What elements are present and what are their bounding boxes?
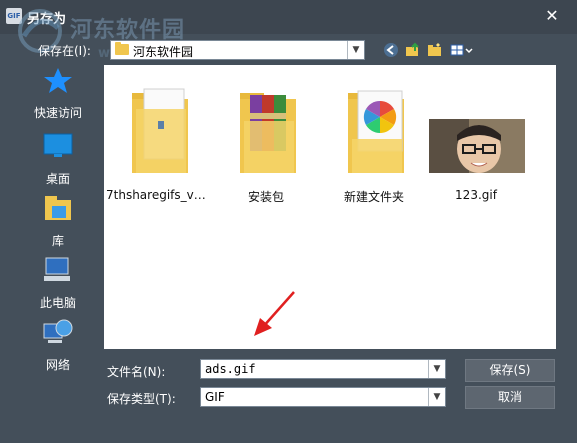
gif-app-icon: GIF (6, 8, 22, 24)
file-item-image[interactable]: 123.gif (424, 77, 528, 202)
place-quick-access[interactable]: 快速访问 (14, 66, 102, 122)
place-desktop[interactable]: 桌面 (14, 132, 102, 188)
file-item-folder[interactable]: 7thsharegifs_v1... (106, 77, 210, 202)
save-in-dropdown[interactable]: 河东软件园 ▼ (110, 40, 365, 60)
place-label: 桌面 (45, 172, 70, 186)
computer-icon (44, 257, 70, 281)
network-icon (43, 319, 73, 343)
place-library[interactable]: 库 (14, 194, 102, 250)
place-label: 此电脑 (39, 296, 76, 310)
desktop-icon (43, 133, 73, 157)
folder-icon (115, 42, 129, 55)
save-in-label: 保存在(I): (38, 44, 91, 58)
place-label: 库 (51, 234, 64, 248)
filetype-value: GIF (205, 390, 225, 404)
chevron-down-icon[interactable]: ▼ (347, 41, 364, 59)
filetype-dropdown[interactable]: GIF ▼ (200, 387, 446, 407)
view-menu-icon (450, 44, 473, 56)
place-this-pc[interactable]: 此电脑 (14, 256, 102, 312)
new-folder-button[interactable] (426, 42, 444, 58)
filename-label: 文件名(N): (107, 365, 166, 379)
up-folder-icon (406, 42, 419, 56)
chevron-down-icon[interactable]: ▼ (428, 360, 445, 378)
place-label: 网络 (45, 358, 70, 372)
new-folder-icon (428, 43, 441, 56)
filename-input[interactable]: ads.gif ▼ (200, 359, 446, 379)
archive-folder-icon (240, 93, 296, 173)
file-name: 新建文件夹 (343, 190, 404, 204)
chevron-down-icon[interactable]: ▼ (428, 388, 445, 406)
folder-icon (132, 88, 188, 173)
file-list[interactable]: 7thsharegifs_v1... 安装包 新建文件夹 123.gif (104, 65, 556, 349)
title-bar: GIF 另存为 ✕ (0, 0, 577, 34)
photos-folder-icon (348, 90, 404, 173)
filetype-label: 保存类型(T): (107, 392, 176, 406)
up-folder-button[interactable] (404, 42, 422, 58)
back-icon (384, 43, 398, 57)
image-thumbnail (429, 119, 525, 173)
place-network[interactable]: 网络 (14, 318, 102, 374)
close-icon: ✕ (545, 6, 559, 25)
back-button[interactable] (382, 42, 400, 58)
library-icon (45, 196, 71, 220)
view-menu-button[interactable] (450, 42, 474, 58)
file-name: 123.gif (455, 188, 497, 202)
save-button[interactable]: 保存(S) (465, 359, 555, 382)
annotation-arrow-icon (254, 291, 295, 336)
file-name: 安装包 (247, 190, 284, 204)
filename-value: ads.gif (205, 362, 256, 376)
close-button[interactable]: ✕ (540, 5, 564, 27)
file-item-folder[interactable]: 新建文件夹 (322, 77, 426, 204)
cancel-button[interactable]: 取消 (465, 386, 555, 409)
window-title: 另存为 (27, 12, 67, 27)
star-icon (44, 68, 72, 93)
file-name: 7thsharegifs_v1... (106, 188, 210, 202)
place-label: 快速访问 (33, 106, 82, 120)
file-item-folder[interactable]: 安装包 (214, 77, 318, 204)
save-in-value: 河东软件园 (133, 45, 194, 59)
